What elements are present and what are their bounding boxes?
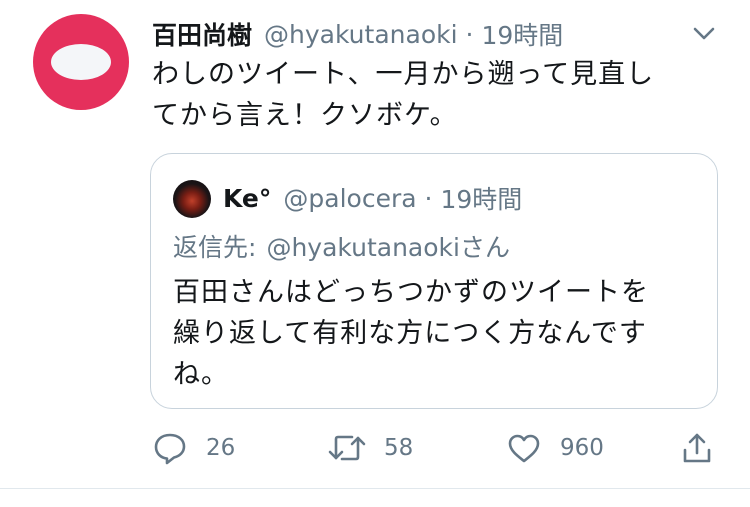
separator-dot: ·	[465, 19, 474, 49]
tweet-text-line: わしのツイート、一月から遡って見直し	[152, 59, 655, 90]
user-handle[interactable]: @hyakutanaoki	[264, 20, 458, 49]
share-icon	[680, 430, 714, 466]
quoted-text: 百田さんはどっちつかずのツイートを 繰り返して有利な方につく方なんです ね。	[173, 272, 703, 395]
tweet-header: 百田尚樹 @hyakutanaoki · 19時間	[152, 14, 563, 54]
chevron-down-icon[interactable]	[690, 22, 718, 46]
reply-button[interactable]: 26	[152, 428, 235, 468]
quoted-avatar[interactable]	[173, 180, 211, 218]
separator-dot: ·	[424, 183, 433, 213]
quoted-text-line: 百田さんはどっちつかずのツイートを	[173, 277, 649, 308]
retweet-icon	[328, 430, 366, 466]
speech-bubble-icon	[152, 430, 188, 466]
quoted-text-line: 繰り返して有利な方につく方なんです	[173, 318, 647, 349]
quoted-handle: @palocera	[283, 183, 417, 213]
like-button[interactable]: 960	[506, 428, 604, 468]
retweet-count: 58	[384, 435, 414, 461]
tweet[interactable]: 百田尚樹 @hyakutanaoki · 19時間 わしのツイート、一月から遡っ…	[0, 0, 750, 507]
action-bar: 26 58 960	[0, 428, 750, 468]
quoted-timestamp: 19時間	[440, 185, 523, 214]
quoted-display-name: Ke°	[223, 183, 272, 213]
display-name[interactable]: 百田尚樹	[152, 16, 252, 52]
divider	[0, 488, 750, 489]
timestamp[interactable]: 19時間	[482, 16, 564, 52]
retweet-button[interactable]: 58	[328, 428, 413, 468]
quoted-text-line: ね。	[173, 359, 229, 390]
reply-context: 返信先: @hyakutanaokiさん	[173, 228, 510, 264]
heart-icon	[506, 430, 542, 466]
tweet-text-line: てから言え！クソボケ。	[152, 100, 458, 131]
share-button[interactable]	[680, 428, 714, 468]
tweet-text: わしのツイート、一月から遡って見直し てから言え！クソボケ。	[152, 54, 732, 136]
reply-mention[interactable]: @hyakutanaokiさん	[266, 228, 510, 264]
avatar[interactable]	[33, 14, 129, 110]
quoted-header: Ke° @palocera · 19時間	[223, 178, 522, 218]
like-count: 960	[560, 435, 604, 461]
reply-count: 26	[206, 435, 236, 461]
reply-prefix: 返信先:	[173, 233, 257, 262]
avatar-shape	[51, 44, 111, 80]
quoted-tweet[interactable]: Ke° @palocera · 19時間 返信先: @hyakutanaokiさ…	[150, 153, 718, 409]
